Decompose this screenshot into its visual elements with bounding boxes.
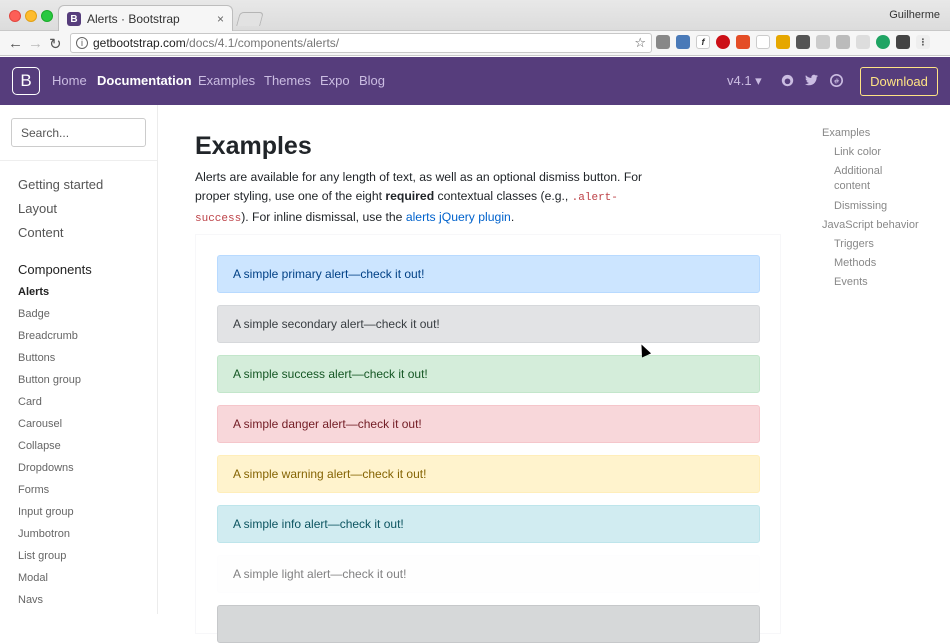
tab-close-icon[interactable]: × xyxy=(217,12,224,26)
sidebar-item-card[interactable]: Card xyxy=(18,396,42,408)
hourglass-extension-icon[interactable] xyxy=(776,35,790,49)
nav-link-documentation[interactable]: Documentation xyxy=(97,73,192,88)
nav-link-examples[interactable]: Examples xyxy=(198,73,255,88)
bootstrap-logo-icon[interactable]: B xyxy=(12,67,40,95)
maximize-window-button[interactable] xyxy=(41,10,53,22)
example-box: A simple primary alert—check it out! A s… xyxy=(195,234,781,643)
addon-extension-icon[interactable] xyxy=(736,35,750,49)
browser-titlebar: B Alerts · Bootstrap × Guilherme xyxy=(0,0,950,32)
profile-name[interactable]: Guilherme xyxy=(889,9,940,21)
sidebar-item-buttons[interactable]: Buttons xyxy=(18,352,55,364)
new-tab-button[interactable] xyxy=(236,12,264,26)
intro-text: . xyxy=(510,210,515,224)
reload-icon[interactable]: ↻ xyxy=(49,35,62,53)
toc-item-events[interactable]: Events xyxy=(834,275,868,290)
bootstrap-favicon-icon: B xyxy=(67,12,81,26)
nav-link-themes[interactable]: Themes xyxy=(264,73,311,88)
sidebar-item-button-group[interactable]: Button group xyxy=(18,374,81,386)
toc-item-link-color[interactable]: Link color xyxy=(834,145,881,160)
camera-extension-icon[interactable] xyxy=(656,35,670,49)
minimize-window-button[interactable] xyxy=(25,10,37,22)
page-title: Examples xyxy=(195,132,312,160)
info-icon[interactable]: i xyxy=(76,37,88,49)
url-text[interactable]: getbootstrap.com/docs/4.1/components/ale… xyxy=(93,36,634,50)
intro-text: ). For inline dismissal, use the xyxy=(241,210,406,224)
version-dropdown[interactable]: v4.1 ▾ xyxy=(727,73,762,89)
intro-text: contextual classes (e.g., xyxy=(434,189,572,203)
window-extension-icon[interactable] xyxy=(856,35,870,49)
table-of-contents: Examples Link color Additional content D… xyxy=(803,105,950,614)
sidebar-group-components[interactable]: Components xyxy=(18,262,92,277)
menu-icon[interactable]: ⋮ xyxy=(916,35,930,49)
main-content: Examples Alerts are available for any le… xyxy=(158,105,803,643)
sidebar-item-navs[interactable]: Navs xyxy=(18,594,43,606)
intro-required: required xyxy=(385,189,435,203)
json-extension-icon[interactable] xyxy=(756,35,770,49)
close-window-button[interactable] xyxy=(9,10,21,22)
sidebar-item-collapse[interactable]: Collapse xyxy=(18,440,61,452)
nav-link-expo[interactable]: Expo xyxy=(320,73,350,88)
function-extension-icon[interactable]: f xyxy=(696,35,710,49)
toc-item-javascript-behavior[interactable]: JavaScript behavior xyxy=(822,218,919,233)
sidebar-item-badge[interactable]: Badge xyxy=(18,308,50,320)
sidebar-item-input-group[interactable]: Input group xyxy=(18,506,74,518)
alert-dark xyxy=(217,605,760,643)
bookmark-star-icon[interactable]: ☆ xyxy=(634,35,646,51)
alert-danger: A simple danger alert—check it out! xyxy=(217,405,760,443)
toc-item-methods[interactable]: Methods xyxy=(834,256,876,271)
toc-item-examples[interactable]: Examples xyxy=(822,126,870,141)
alerts-plugin-link[interactable]: alerts jQuery plugin xyxy=(406,210,511,224)
svg-text:#: # xyxy=(833,76,839,85)
alert-info: A simple info alert—check it out! xyxy=(217,505,760,543)
browser-tab[interactable]: B Alerts · Bootstrap × xyxy=(58,5,233,32)
sidebar-item-list-group[interactable]: List group xyxy=(18,550,66,562)
user-extension-icon[interactable] xyxy=(676,35,690,49)
sidebar-item-forms[interactable]: Forms xyxy=(18,484,49,496)
nav-link-home[interactable]: Home xyxy=(52,73,87,88)
twitter-icon[interactable] xyxy=(805,74,818,89)
extension-icons: f ⋮ xyxy=(656,35,930,49)
sidebar-group-getting-started[interactable]: Getting started xyxy=(18,177,103,192)
sidebar-group-content[interactable]: Content xyxy=(18,225,64,240)
toc-item-dismissing[interactable]: Dismissing xyxy=(834,199,887,214)
toc-item-additional-content[interactable]: Additional content xyxy=(834,164,904,194)
alert-primary: A simple primary alert—check it out! xyxy=(217,255,760,293)
github-icon[interactable] xyxy=(781,74,794,90)
sidebar-item-carousel[interactable]: Carousel xyxy=(18,418,62,430)
alert-warning: A simple warning alert—check it out! xyxy=(217,455,760,493)
clipboard-extension-icon[interactable] xyxy=(896,35,910,49)
nav-link-blog[interactable]: Blog xyxy=(359,73,385,88)
sidebar-item-jumbotron[interactable]: Jumbotron xyxy=(18,528,70,540)
forward-icon[interactable]: → xyxy=(28,35,43,52)
tab-title: Alerts · Bootstrap xyxy=(87,12,180,26)
filter-extension-icon[interactable] xyxy=(836,35,850,49)
sidebar-item-alerts[interactable]: Alerts xyxy=(18,286,49,298)
url-host: getbootstrap.com xyxy=(93,36,186,50)
alert-light: A simple light alert—check it out! xyxy=(217,555,760,593)
intro-paragraph: Alerts are available for any length of t… xyxy=(195,168,665,229)
back-icon[interactable]: ← xyxy=(8,35,23,52)
site-navbar: B Home Documentation Examples Themes Exp… xyxy=(0,57,950,105)
slack-icon[interactable]: # xyxy=(830,74,843,90)
opera-extension-icon[interactable] xyxy=(716,35,730,49)
triangle-extension-icon[interactable] xyxy=(816,35,830,49)
docs-sidebar: Getting started Layout Content Component… xyxy=(0,105,158,614)
sidebar-item-dropdowns[interactable]: Dropdowns xyxy=(18,462,74,474)
sidebar-group-layout[interactable]: Layout xyxy=(18,201,57,216)
browser-toolbar: ← → ↻ i getbootstrap.com/docs/4.1/compon… xyxy=(0,31,950,56)
toc-item-triggers[interactable]: Triggers xyxy=(834,237,874,252)
alert-success: A simple success alert—check it out! xyxy=(217,355,760,393)
download-button[interactable]: Download xyxy=(860,67,938,96)
sail-extension-icon[interactable] xyxy=(796,35,810,49)
url-bar[interactable]: i getbootstrap.com/docs/4.1/components/a… xyxy=(70,33,652,53)
sidebar-item-modal[interactable]: Modal xyxy=(18,572,48,584)
search-input[interactable] xyxy=(11,118,146,147)
sidebar-divider xyxy=(0,160,157,161)
sidebar-item-breadcrumb[interactable]: Breadcrumb xyxy=(18,330,78,342)
grammarly-extension-icon[interactable] xyxy=(876,35,890,49)
alert-secondary: A simple secondary alert—check it out! xyxy=(217,305,760,343)
url-path: /docs/4.1/components/alerts/ xyxy=(185,36,340,50)
